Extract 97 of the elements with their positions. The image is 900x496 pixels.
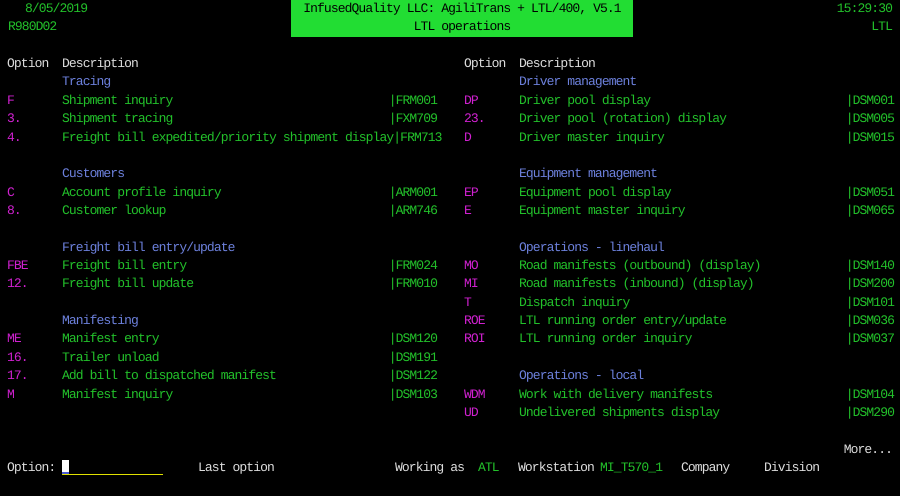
program-name: |DSM015 [846,128,894,147]
menu-description: Customer lookup [62,202,166,220]
section-heading: Equipment management [519,165,658,184]
program-name: |DSM037 [846,330,894,348]
menu-description: Road manifests (inbound) (display) [519,275,754,294]
workstation-value: MI_T570_1 [600,459,662,478]
program-name: |DSM005 [846,110,894,128]
menu-description: Equipment pool display [519,184,671,202]
program-name: |DSM104 [846,386,894,404]
program-name: |FRM001 [388,92,437,110]
time-text: 15:29:30 [836,0,892,18]
menu-description: Equipment master inquiry [519,202,685,220]
option-code: 4. [7,128,22,147]
section-heading: Manifesting [62,312,138,330]
option-code: 12. [7,275,29,294]
program-name: |DSM001 [846,92,894,110]
program-name: |DSM051 [846,184,894,202]
program-name: |DSM120 [388,330,437,348]
program-name: |FXM709 [388,110,437,128]
company-label: Company [681,459,730,478]
program-name: |DSM140 [846,257,894,276]
option-code: D [464,128,472,147]
option-code: WDM [464,386,486,404]
menu-description: LTL running order inquiry [519,330,692,348]
section-heading: Tracing [62,73,110,92]
division-label: Division [764,459,820,478]
option-code: F [7,92,15,110]
menu-description: Freight bill entry [62,257,186,276]
section-heading: Operations - local [519,367,644,386]
menu-description: Driver master inquiry [519,128,664,147]
option-code: E [464,202,472,220]
menu-description: Driver pool (rotation) display [519,110,726,128]
column-heading: Description [62,55,138,74]
program-name: |DSM122 [388,367,437,386]
column-heading: Option [464,55,506,74]
menu-description: Add bill to dispatched manifest [62,367,276,386]
program-name: |FRM010 [388,275,437,294]
option-code: MI [464,275,479,294]
app-title: InfusedQuality LLC: AgiliTrans + LTL/400, V5.1 [302,0,622,18]
option-code: 3. [7,110,22,128]
program-name: |DSM036 [846,312,894,330]
option-code: 16. [7,348,29,367]
section-heading: Operations - linehaul [519,238,664,257]
last-option-label: Last option [198,459,274,478]
option-code: EP [464,184,479,202]
option-label: Option: [7,459,56,478]
section-heading: Customers [62,165,124,184]
option-code: ROE [464,312,486,330]
option-code: DP [464,92,479,110]
option-code: ME [7,330,22,348]
working-as-label: Working as [395,459,464,478]
menu-description: Shipment inquiry [62,92,172,110]
user-value: ATL [478,459,499,478]
more-indicator: More... [844,440,892,459]
program-name: |DSM103 [388,386,437,404]
section-heading: Driver management [519,73,636,92]
menu-description: Undelivered shipments display [519,404,720,422]
menu-description: Manifest inquiry [62,386,172,404]
menu-description: Freight bill expedited/priority shipment display [62,128,394,147]
date-text: 8/05/2019 [24,0,88,18]
option-code: MO [464,257,479,276]
screen-id: R980D02 [8,18,58,36]
program-name: |DSM191 [388,348,437,367]
option-code: C [7,184,16,202]
menu-description: Account profile inquiry [62,184,221,202]
option-code: 8. [7,202,22,220]
workstation-label: Workstation [518,459,594,478]
program-name: |ARM746 [388,202,437,220]
menu-description: LTL running order entry/update [519,312,726,330]
option-code: UD [464,404,479,422]
option-code: 23. [464,110,486,128]
menu-description: Freight bill update [62,275,194,294]
program-name: |FRM024 [388,257,437,276]
area-code: LTL [870,18,892,36]
option-code: M [7,386,15,404]
menu-description: Road manifests (outbound) (display) [519,257,761,276]
menu-description: Driver pool display [519,92,650,110]
option-code: FBE [7,257,29,276]
option-field[interactable] [62,460,163,476]
program-name: |DSM200 [846,275,894,294]
program-name: |DSM065 [846,202,894,220]
menu-description: Trailer unload [62,348,159,367]
program-name: |DSM290 [846,404,894,422]
menu-description: Manifest entry [62,330,159,348]
program-name: |DSM101 [846,294,894,312]
program-name: |FRM713 [393,128,442,147]
program-name: |ARM001 [388,184,437,202]
column-heading: Option [7,55,50,74]
option-code: T [464,294,472,312]
menu-description: Shipment tracing [62,110,172,128]
section-heading: Freight bill entry/update [62,238,235,257]
option-code: 17. [7,367,29,386]
screen-title: LTL operations [412,18,512,36]
menu-description: Dispatch inquiry [519,294,630,312]
column-heading: Description [519,55,595,74]
menu-description: Work with delivery manifests [519,386,712,404]
option-code: ROI [464,330,486,348]
